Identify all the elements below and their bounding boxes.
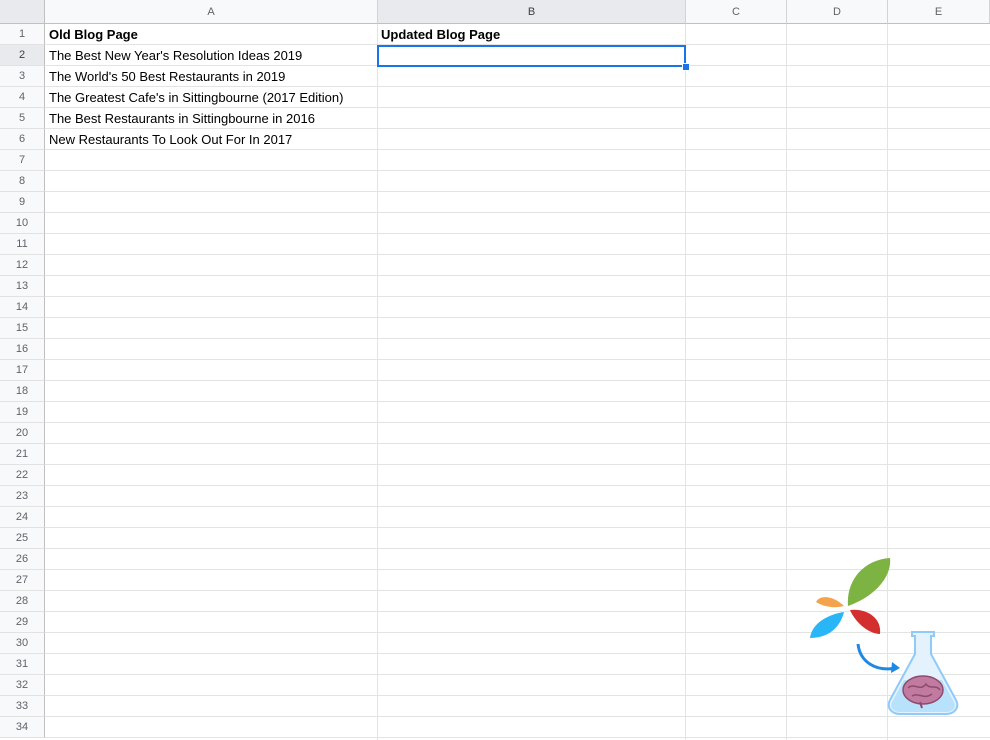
- row-header-27[interactable]: 27: [0, 570, 45, 591]
- row-header-23[interactable]: 23: [0, 486, 45, 507]
- cell-a3[interactable]: The World's 50 Best Restaurants in 2019: [45, 66, 285, 87]
- row-header-17[interactable]: 17: [0, 360, 45, 381]
- column-header-e[interactable]: E: [888, 0, 990, 24]
- gridline-row-21: [45, 464, 990, 465]
- selected-cell-b2[interactable]: [377, 45, 686, 67]
- row-header-32[interactable]: 32: [0, 675, 45, 696]
- cell-b1[interactable]: Updated Blog Page: [377, 24, 500, 45]
- cell-a2[interactable]: The Best New Year's Resolution Ideas 201…: [45, 45, 302, 66]
- row-header-9[interactable]: 9: [0, 192, 45, 213]
- row-header-26[interactable]: 26: [0, 549, 45, 570]
- gridline-row-18: [45, 401, 990, 402]
- gridline-row-12: [45, 275, 990, 276]
- cell-a6[interactable]: New Restaurants To Look Out For In 2017: [45, 129, 292, 150]
- row-header-24[interactable]: 24: [0, 507, 45, 528]
- row-header-18[interactable]: 18: [0, 381, 45, 402]
- gridline-row-24: [45, 527, 990, 528]
- row-header-8[interactable]: 8: [0, 171, 45, 192]
- row-header-22[interactable]: 22: [0, 465, 45, 486]
- gridline-row-17: [45, 380, 990, 381]
- gridline-row-8: [45, 191, 990, 192]
- row-header-3[interactable]: 3: [0, 66, 45, 87]
- row-header-19[interactable]: 19: [0, 402, 45, 423]
- row-header-12[interactable]: 12: [0, 255, 45, 276]
- row-header-13[interactable]: 13: [0, 276, 45, 297]
- cell-a1[interactable]: Old Blog Page: [45, 24, 138, 45]
- fill-handle[interactable]: [682, 63, 690, 71]
- row-header-14[interactable]: 14: [0, 297, 45, 318]
- cell-a4[interactable]: The Greatest Cafe's in Sittingbourne (20…: [45, 87, 343, 108]
- select-all-corner[interactable]: [0, 0, 45, 24]
- gridline-row-9: [45, 212, 990, 213]
- row-header-4[interactable]: 4: [0, 87, 45, 108]
- gridline-row-7: [45, 170, 990, 171]
- row-header-5[interactable]: 5: [0, 108, 45, 129]
- gridline-row-11: [45, 254, 990, 255]
- gridline-row-14: [45, 317, 990, 318]
- row-header-20[interactable]: 20: [0, 423, 45, 444]
- row-header-16[interactable]: 16: [0, 339, 45, 360]
- splash-flask-brain-icon: [810, 558, 959, 715]
- gridline-row-23: [45, 506, 990, 507]
- row-header-25[interactable]: 25: [0, 528, 45, 549]
- gridline-row-15: [45, 338, 990, 339]
- gridline-row-16: [45, 359, 990, 360]
- column-header-d[interactable]: D: [787, 0, 888, 24]
- row-header-21[interactable]: 21: [0, 444, 45, 465]
- row-header-11[interactable]: 11: [0, 234, 45, 255]
- gridline-row-25: [45, 548, 990, 549]
- row-header-10[interactable]: 10: [0, 213, 45, 234]
- gridline-row-10: [45, 233, 990, 234]
- row-header-15[interactable]: 15: [0, 318, 45, 339]
- row-header-34[interactable]: 34: [0, 717, 45, 738]
- row-header-6[interactable]: 6: [0, 129, 45, 150]
- row-header-2[interactable]: 2: [0, 45, 45, 66]
- row-header-7[interactable]: 7: [0, 150, 45, 171]
- gridline-row-34: [45, 737, 990, 738]
- row-header-1[interactable]: 1: [0, 24, 45, 45]
- row-header-29[interactable]: 29: [0, 612, 45, 633]
- gridline-row-13: [45, 296, 990, 297]
- row-header-31[interactable]: 31: [0, 654, 45, 675]
- column-header-a[interactable]: A: [45, 0, 378, 24]
- gridline-row-20: [45, 443, 990, 444]
- row-header-33[interactable]: 33: [0, 696, 45, 717]
- cell-a5[interactable]: The Best Restaurants in Sittingbourne in…: [45, 108, 315, 129]
- gridline-row-22: [45, 485, 990, 486]
- gridline-row-19: [45, 422, 990, 423]
- row-header-28[interactable]: 28: [0, 591, 45, 612]
- column-header-b[interactable]: B: [378, 0, 686, 24]
- row-header-30[interactable]: 30: [0, 633, 45, 654]
- column-header-c[interactable]: C: [686, 0, 787, 24]
